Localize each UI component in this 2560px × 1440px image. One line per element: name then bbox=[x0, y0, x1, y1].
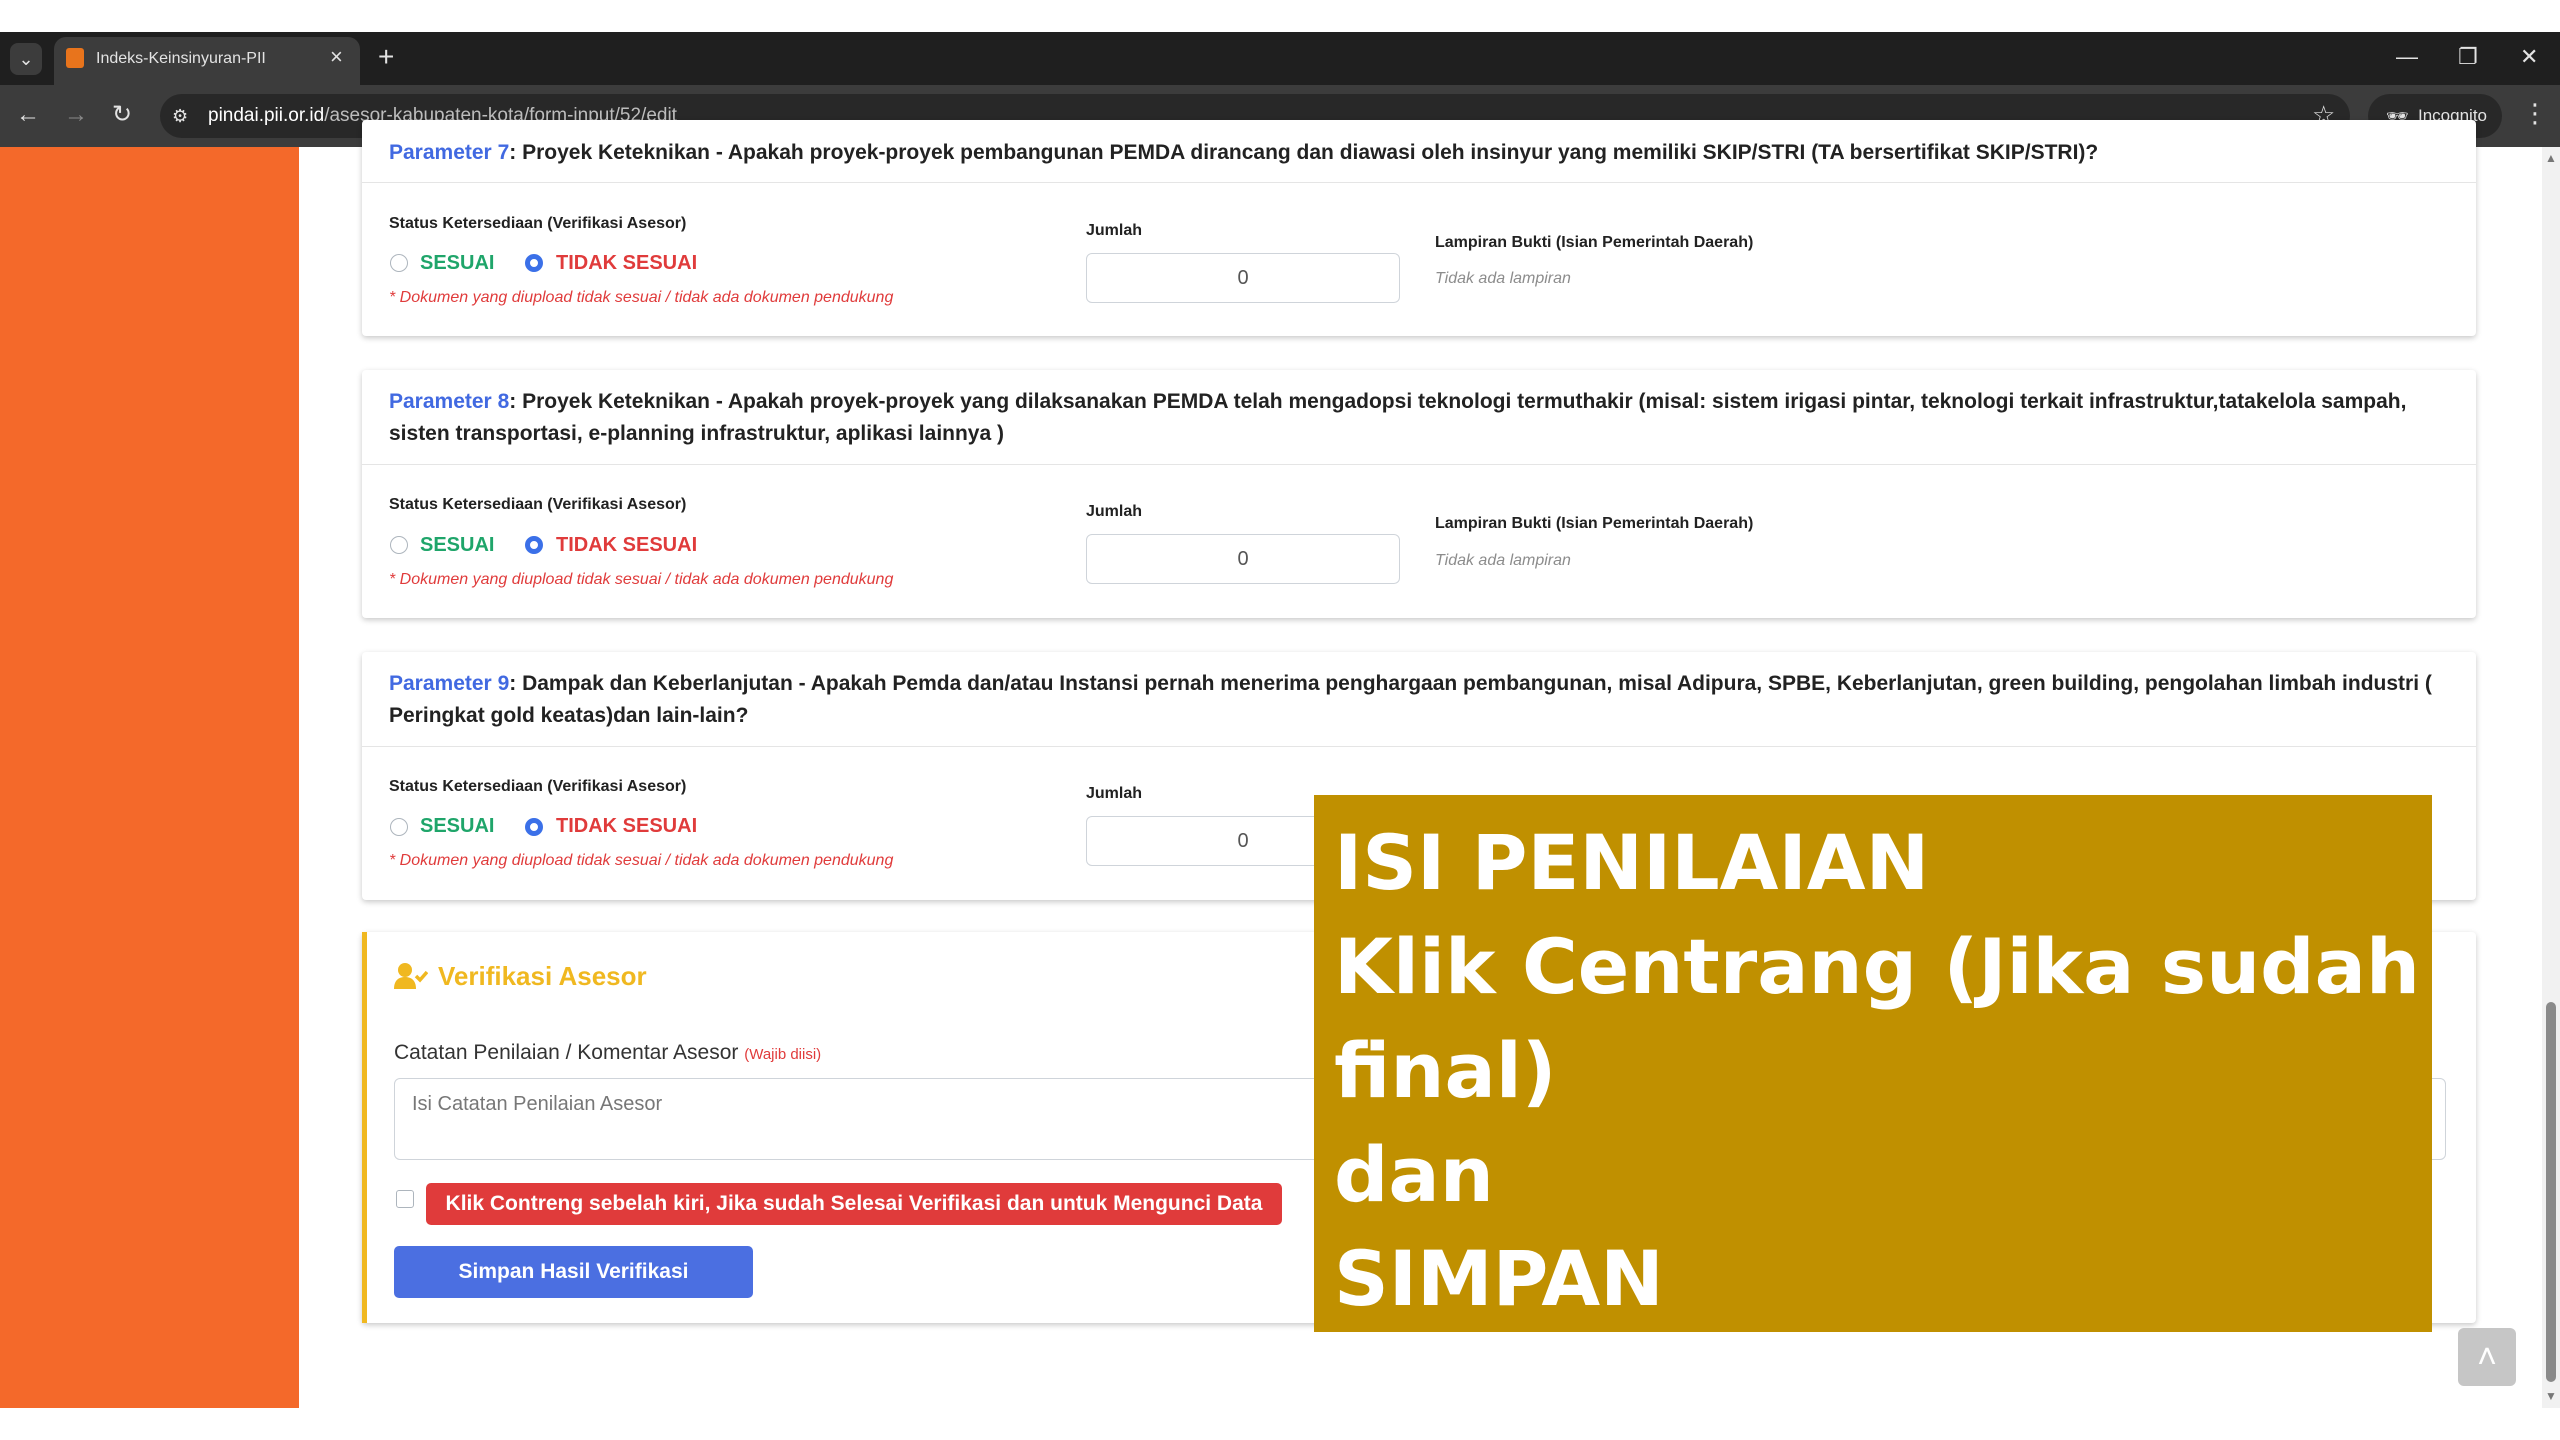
back-to-top-button[interactable]: ˄ bbox=[2458, 1328, 2516, 1386]
tab-title: Indeks-Keinsinyuran-PII bbox=[96, 50, 266, 67]
lampiran-value: Tidak ada lampiran bbox=[1435, 270, 1571, 287]
validation-note: * Dokumen yang diupload tidak sesuai / t… bbox=[389, 852, 894, 869]
scrollbar-thumb[interactable] bbox=[2546, 1002, 2556, 1382]
jumlah-input[interactable]: 0 bbox=[1086, 253, 1400, 303]
option-tidak-sesuai[interactable]: TIDAK SESUAI bbox=[556, 533, 697, 557]
new-tab-icon[interactable]: + bbox=[378, 42, 394, 72]
lock-data-label[interactable]: Klik Contreng sebelah kiri, Jika sudah S… bbox=[426, 1183, 1282, 1225]
forward-icon[interactable]: → bbox=[64, 100, 88, 130]
option-sesuai[interactable]: SESUAI bbox=[420, 251, 494, 275]
simpan-hasil-verifikasi-button[interactable]: Simpan Hasil Verifikasi bbox=[394, 1246, 753, 1298]
required-hint: (Wajib diisi) bbox=[744, 1046, 822, 1063]
jumlah-label: Jumlah bbox=[1086, 503, 1143, 520]
site-settings-icon[interactable]: ⚙ bbox=[172, 104, 188, 128]
catatan-placeholder: Isi Catatan Penilaian Asesor bbox=[412, 1093, 663, 1115]
lampiran-value: Tidak ada lampiran bbox=[1435, 552, 1571, 569]
status-label: Status Ketersediaan (Verifikasi Asesor) bbox=[389, 496, 687, 513]
parameter-question: Parameter 7: Proyek Keteknikan - Apakah … bbox=[389, 141, 2099, 164]
menu-kebab-icon[interactable]: ⋮ bbox=[2522, 98, 2548, 128]
lampiran-label: Lampiran Bukti (Isian Pemerintah Daerah) bbox=[1435, 515, 1754, 532]
divider bbox=[362, 746, 2476, 747]
jumlah-label: Jumlah bbox=[1086, 785, 1143, 802]
favicon bbox=[66, 48, 84, 68]
status-label: Status Ketersediaan (Verifikasi Asesor) bbox=[389, 778, 687, 795]
parameter-question: Parameter 8: Proyek Keteknikan - Apakah … bbox=[389, 390, 2407, 445]
scroll-down-icon[interactable]: ▼ bbox=[2542, 1388, 2560, 1404]
parameter-card-7: Parameter 7: Proyek Keteknikan - Apakah … bbox=[362, 120, 2476, 336]
radio-tidak-sesuai[interactable] bbox=[525, 818, 543, 836]
parameter-card-8: Parameter 8: Proyek Keteknikan - Apakah … bbox=[362, 370, 2476, 618]
verifikasi-title: Verifikasi Asesor bbox=[438, 961, 647, 991]
divider bbox=[362, 464, 2476, 465]
option-tidak-sesuai[interactable]: TIDAK SESUAI bbox=[556, 814, 697, 838]
window-close-icon[interactable]: ✕ bbox=[2520, 44, 2538, 70]
option-sesuai[interactable]: SESUAI bbox=[420, 814, 494, 838]
radio-sesuai[interactable] bbox=[390, 254, 408, 272]
reload-icon[interactable]: ↻ bbox=[112, 100, 132, 130]
instruction-text: ISI PENILAIAN Klik Centrang (Jika sudah … bbox=[1334, 818, 2420, 1323]
radio-tidak-sesuai[interactable] bbox=[525, 536, 543, 554]
validation-note: * Dokumen yang diupload tidak sesuai / t… bbox=[389, 571, 894, 588]
catatan-label: Catatan Penilaian / Komentar Asesor (Waj… bbox=[394, 1041, 822, 1064]
radio-tidak-sesuai[interactable] bbox=[525, 254, 543, 272]
divider bbox=[362, 182, 2476, 183]
lock-data-checkbox[interactable] bbox=[396, 1190, 414, 1208]
instruction-overlay: ISI PENILAIAN Klik Centrang (Jika sudah … bbox=[1314, 795, 2432, 1332]
minimize-icon[interactable]: — bbox=[2396, 44, 2418, 70]
lampiran-label: Lampiran Bukti (Isian Pemerintah Daerah) bbox=[1435, 234, 1754, 251]
jumlah-label: Jumlah bbox=[1086, 222, 1143, 239]
verifikasi-accent-border bbox=[362, 932, 367, 1323]
restore-icon[interactable]: ❐ bbox=[2458, 44, 2478, 70]
scroll-up-icon[interactable]: ▲ bbox=[2542, 150, 2560, 166]
user-check-icon bbox=[394, 963, 428, 989]
tab-list-icon[interactable]: ⌄ bbox=[10, 43, 42, 75]
back-icon[interactable]: ← bbox=[16, 100, 40, 130]
parameter-question: Parameter 9: Dampak dan Keberlanjutan - … bbox=[389, 672, 2432, 727]
close-icon[interactable]: × bbox=[330, 46, 343, 68]
left-sidebar bbox=[0, 147, 299, 1408]
radio-sesuai[interactable] bbox=[390, 536, 408, 554]
jumlah-input[interactable]: 0 bbox=[1086, 534, 1400, 584]
option-sesuai[interactable]: SESUAI bbox=[420, 533, 494, 557]
option-tidak-sesuai[interactable]: TIDAK SESUAI bbox=[556, 251, 697, 275]
status-label: Status Ketersediaan (Verifikasi Asesor) bbox=[389, 215, 687, 232]
validation-note: * Dokumen yang diupload tidak sesuai / t… bbox=[389, 289, 894, 306]
radio-sesuai[interactable] bbox=[390, 818, 408, 836]
